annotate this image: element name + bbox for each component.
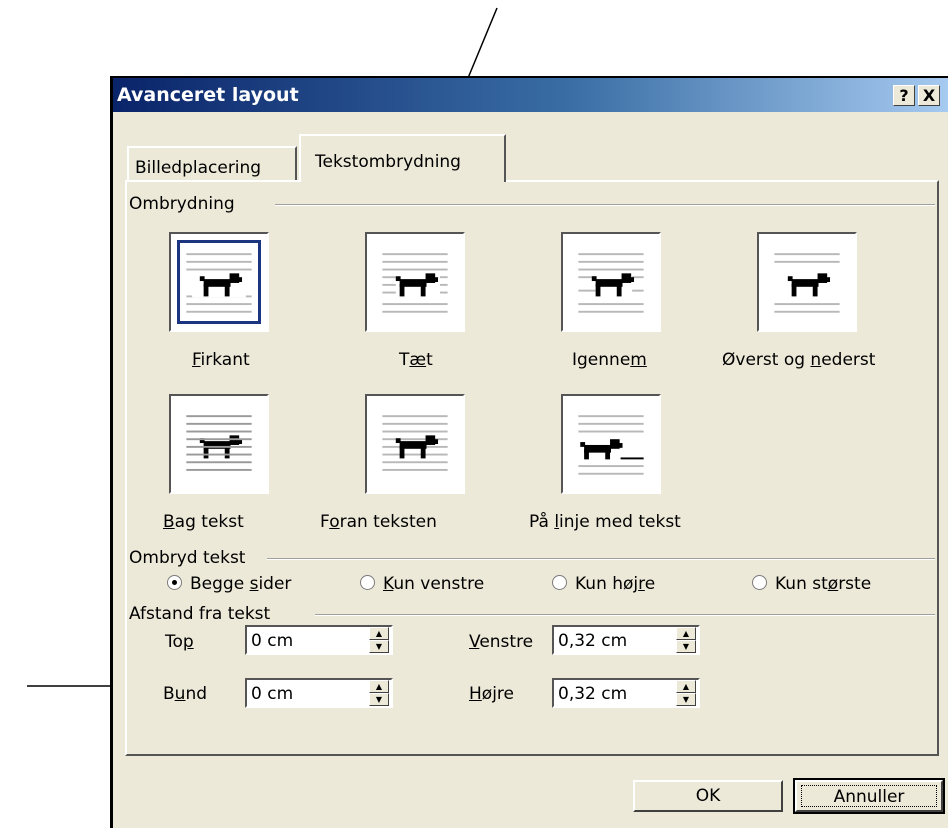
radio-indicator xyxy=(360,575,375,590)
dog-through-icon[interactable] xyxy=(561,232,661,332)
bottom-label: Bund xyxy=(163,684,208,704)
title-bar[interactable]: Avanceret layout ? X xyxy=(113,78,948,112)
advanced-layout-dialog: Avanceret layout ? X Billedplacering Tek… xyxy=(110,76,948,828)
cancel-button[interactable]: Annuller xyxy=(793,778,945,814)
radio-both-sides[interactable]: Begge sider xyxy=(167,574,291,594)
dialog-title: Avanceret layout xyxy=(117,84,299,106)
tab-panel: Ombrydning Firkant Tæt Igennem Øverst og… xyxy=(125,180,939,756)
spin-up-icon[interactable]: ▲ xyxy=(676,680,696,693)
spin-down-icon[interactable]: ▼ xyxy=(676,640,696,653)
right-distance-spinner[interactable]: ▲ ▼ xyxy=(676,680,696,706)
dog-inline-icon[interactable] xyxy=(561,394,661,494)
radio-indicator xyxy=(552,575,567,590)
radio-indicator xyxy=(167,575,182,590)
distance-group-label: Afstand fra tekst xyxy=(129,604,279,624)
spin-up-icon[interactable]: ▲ xyxy=(676,627,696,640)
ok-button[interactable]: OK xyxy=(633,780,783,812)
dog-square-icon[interactable] xyxy=(169,232,269,332)
dog-tight-icon[interactable] xyxy=(365,232,465,332)
radio-indicator xyxy=(752,575,767,590)
wrap-label-inline: På linje med tekst xyxy=(529,512,681,532)
cancel-button-label: Annuller xyxy=(801,785,937,807)
spin-up-icon[interactable]: ▲ xyxy=(369,680,389,693)
wrap-label-in-front: Foran teksten xyxy=(320,512,437,532)
tab-tekstombrydning[interactable]: Tekstombrydning xyxy=(299,134,506,182)
bottom-distance-spinner[interactable]: ▲ ▼ xyxy=(369,680,389,706)
wrap-label-through: Igennem xyxy=(572,350,647,370)
radio-right-only[interactable]: Kun højre xyxy=(552,574,655,594)
wrap-label-tight: Tæt xyxy=(399,350,433,370)
wrap-label-behind-text: Bag tekst xyxy=(163,512,244,532)
top-distance-spinner[interactable]: ▲ ▼ xyxy=(369,627,389,653)
close-button[interactable]: X xyxy=(918,85,940,106)
group-divider xyxy=(267,558,935,560)
dog-top-bottom-icon[interactable] xyxy=(757,232,857,332)
wrap-label-square: Firkant xyxy=(192,350,250,370)
top-label: Top xyxy=(165,632,194,652)
right-label: Højre xyxy=(469,684,514,704)
left-label: Venstre xyxy=(469,632,534,652)
spin-down-icon[interactable]: ▼ xyxy=(676,693,696,706)
spin-down-icon[interactable]: ▼ xyxy=(369,640,389,653)
help-button[interactable]: ? xyxy=(893,85,915,106)
radio-largest-only[interactable]: Kun største xyxy=(752,574,871,594)
spin-up-icon[interactable]: ▲ xyxy=(369,627,389,640)
wrapping-group-label: Ombrydning xyxy=(129,194,243,214)
tab-billedplacering[interactable]: Billedplacering xyxy=(127,146,297,180)
group-divider xyxy=(315,614,935,616)
left-distance-spinner[interactable]: ▲ ▼ xyxy=(676,627,696,653)
spin-down-icon[interactable]: ▼ xyxy=(369,693,389,706)
wrap-text-group-label: Ombryd tekst xyxy=(129,548,254,568)
group-divider xyxy=(275,204,935,206)
dog-behind-text-icon[interactable] xyxy=(169,394,269,494)
radio-left-only[interactable]: Kun venstre xyxy=(360,574,484,594)
dog-in-front-icon[interactable] xyxy=(365,394,465,494)
wrap-label-top-bottom: Øverst og nederst xyxy=(722,350,876,370)
